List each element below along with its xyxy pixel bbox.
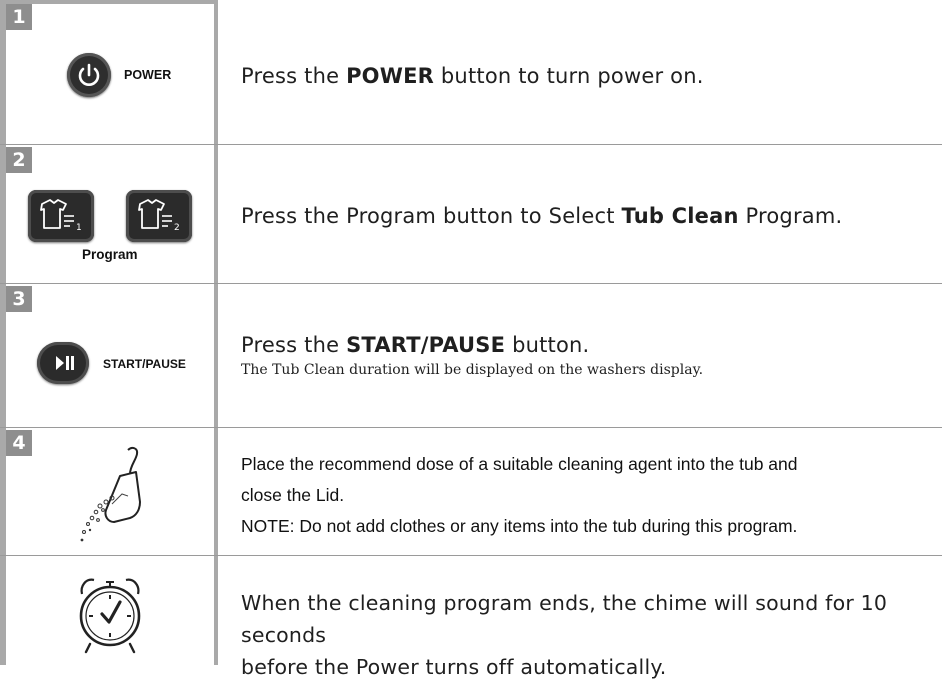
shirt-program-icon: 2 — [138, 199, 180, 233]
scoop-detergent-icon — [80, 446, 141, 542]
program-button-2: 2 — [126, 190, 192, 242]
program-button-1: 1 — [28, 190, 94, 242]
start-pause-button-label: START/PAUSE — [103, 357, 186, 371]
play-pause-icon — [56, 356, 74, 370]
step-1-text: Press the POWER button to turn power on. — [241, 64, 704, 88]
row-divider-1 — [0, 144, 942, 145]
program-button-label: Program — [82, 247, 138, 262]
step-number-1: 1 — [6, 4, 32, 30]
step-3-text: Press the START/PAUSE button. The Tub Cl… — [241, 330, 938, 378]
step-4-text: Place the recommend dose of a suitable c… — [241, 449, 938, 542]
step-number-3: 3 — [6, 286, 32, 312]
step-2-text: Press the Program button to Select Tub C… — [241, 204, 843, 228]
step-5-line-1: When the cleaning program ends, the chim… — [241, 591, 888, 647]
step-3-subtext: The Tub Clean duration will be displayed… — [241, 362, 704, 378]
top-border — [0, 0, 218, 4]
row-divider-4 — [0, 555, 942, 556]
step-5-line-2: before the Power turns off automatically… — [241, 655, 667, 679]
power-button — [67, 53, 111, 97]
row-divider-3 — [0, 427, 942, 428]
step-5-text: When the cleaning program ends, the chim… — [241, 587, 938, 683]
shirt-program-icon: 1 — [40, 199, 82, 233]
svg-text:1: 1 — [76, 223, 82, 233]
step-number-2: 2 — [6, 147, 32, 173]
svg-text:2: 2 — [174, 223, 180, 233]
start-pause-button — [37, 342, 89, 384]
power-icon — [78, 63, 100, 86]
left-border — [0, 0, 6, 665]
row-divider-2 — [0, 283, 942, 284]
column-divider — [214, 0, 218, 665]
step-4-line-1: Place the recommend dose of a suitable c… — [241, 454, 798, 474]
step-4-line-2: close the Lid. — [241, 485, 345, 505]
alarm-clock-icon — [79, 578, 141, 654]
power-button-label: POWER — [124, 68, 172, 82]
instruction-table: 1 POWER Press the POWER button to turn p… — [0, 0, 942, 679]
step-4-line-3: NOTE: Do not add clothes or any items in… — [241, 516, 798, 536]
step-number-4: 4 — [6, 430, 32, 456]
